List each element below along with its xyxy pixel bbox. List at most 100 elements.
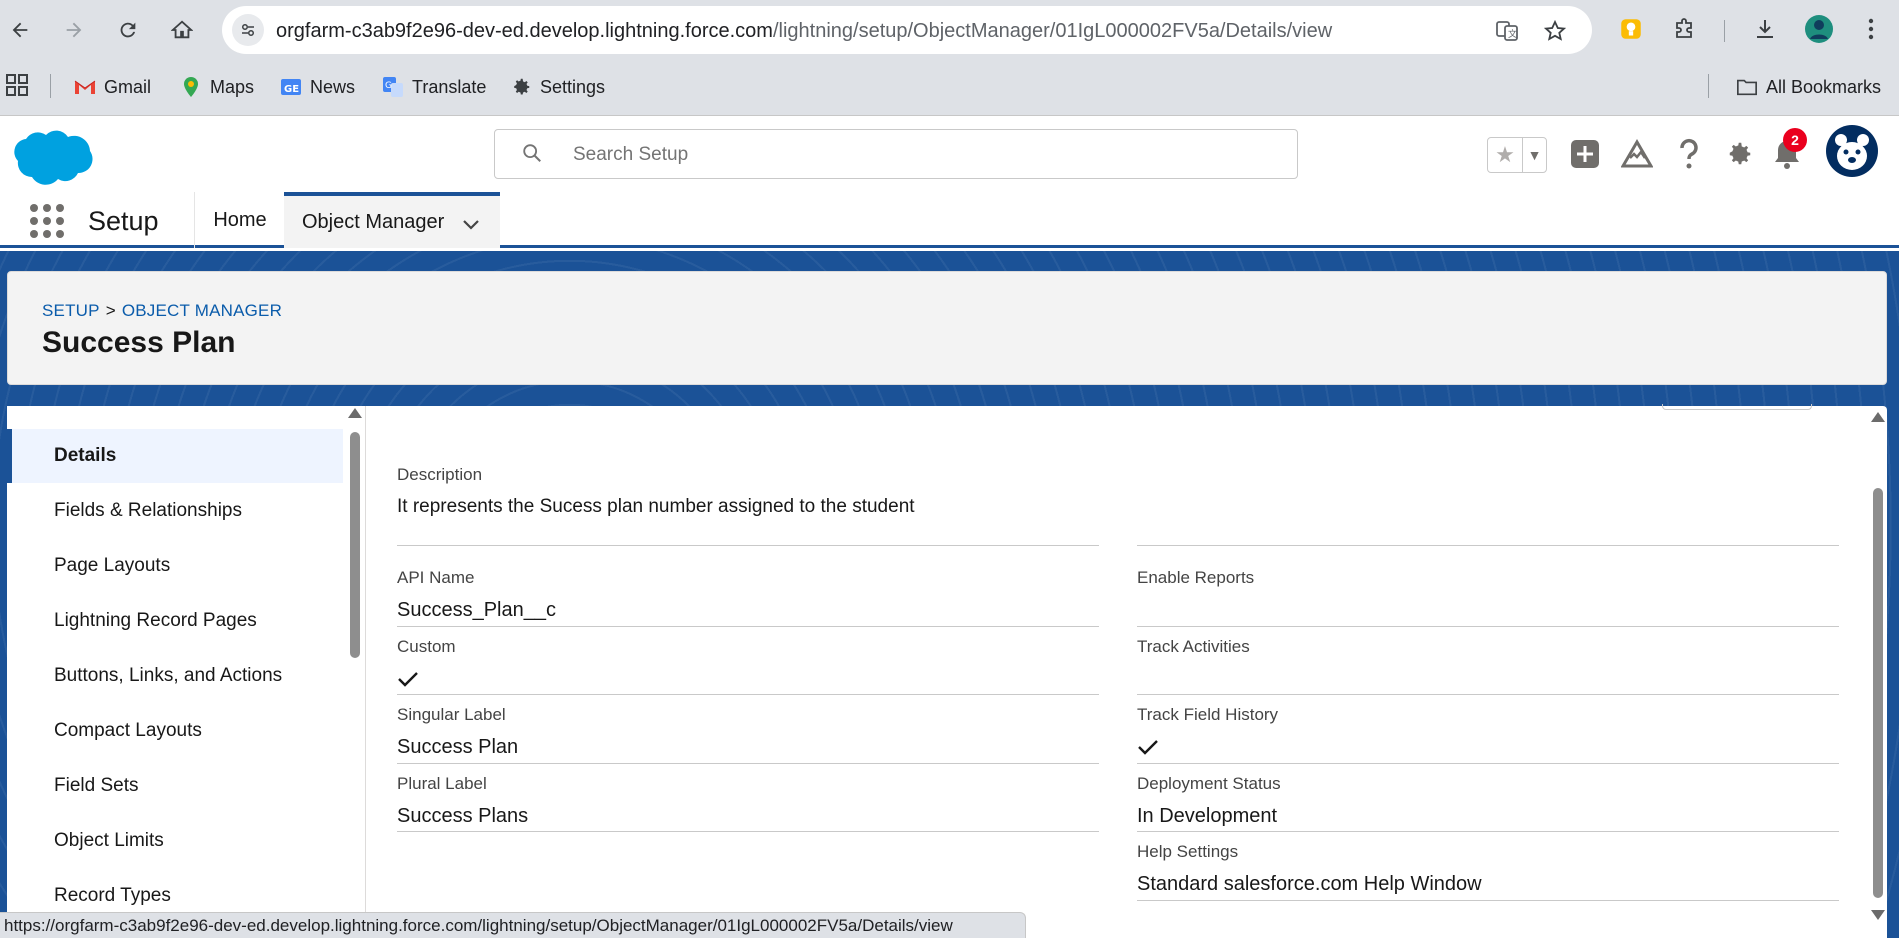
browser-menu-icon[interactable] — [1856, 14, 1886, 44]
sidebar-item-label: Object Limits — [54, 830, 164, 851]
details-scrollbar[interactable] — [1869, 406, 1887, 938]
sidebar-item-object-limits[interactable]: Object Limits — [7, 814, 343, 868]
reload-icon[interactable] — [112, 14, 144, 46]
sidebar-item-lightning-record-pages[interactable]: Lightning Record Pages — [7, 594, 343, 648]
folder-icon — [1736, 76, 1758, 98]
svg-text:文: 文 — [1508, 28, 1517, 40]
page-title: Success Plan — [42, 326, 236, 359]
profile-avatar-icon[interactable] — [1804, 14, 1834, 44]
trailhead-icon[interactable] — [1620, 137, 1654, 171]
extension-keep-icon[interactable] — [1616, 14, 1646, 44]
bookmark-gmail[interactable]: Gmail — [74, 76, 151, 98]
breadcrumb-setup[interactable]: SETUP — [42, 301, 100, 320]
field-divider — [1137, 545, 1839, 546]
search-setup-input[interactable]: Search Setup — [494, 129, 1298, 179]
field-label: Deployment Status — [1137, 774, 1281, 793]
breadcrumb-separator: > — [105, 301, 116, 320]
singular-label-value: Success Plan — [397, 736, 519, 758]
sidebar-item-page-layouts[interactable]: Page Layouts — [7, 539, 343, 593]
bookmark-translate[interactable]: G Translate — [382, 76, 486, 98]
sidebar-item-label: Page Layouts — [54, 555, 171, 576]
help-icon[interactable] — [1672, 137, 1706, 171]
gear-icon — [510, 76, 532, 98]
bookmark-translate-label: Translate — [412, 76, 487, 97]
site-info-icon[interactable] — [232, 14, 264, 46]
details-section: Description It represents the Sucess pla… — [366, 404, 1866, 938]
favorites-dropdown-icon[interactable]: ▼ — [1522, 138, 1546, 172]
apps-grid-icon[interactable] — [6, 74, 28, 96]
maps-icon — [180, 76, 202, 98]
help-settings-value: Standard salesforce.com Help Window — [1137, 873, 1482, 895]
sidebar-item-label: Record Types — [54, 885, 171, 906]
translate-page-icon[interactable]: 文 — [1494, 18, 1520, 44]
field-label: Track Field History — [1137, 705, 1279, 724]
sidebar-item-compact-layouts[interactable]: Compact Layouts — [7, 704, 343, 758]
gmail-icon — [74, 76, 96, 98]
api-name-value: Success_Plan__c — [397, 599, 556, 621]
object-sidebar: Details Fields & Relationships Page Layo… — [7, 406, 343, 938]
search-placeholder: Search Setup — [573, 144, 689, 165]
scroll-up-arrow-icon[interactable] — [1871, 412, 1885, 422]
field-divider — [1137, 694, 1839, 695]
sidebar-item-field-sets[interactable]: Field Sets — [7, 759, 343, 813]
bookmark-news[interactable]: GE News — [280, 76, 355, 98]
bookmark-settings-label: Settings — [540, 76, 606, 97]
home-icon[interactable] — [166, 14, 198, 46]
checkmark-icon — [1138, 740, 1158, 755]
scroll-up-arrow-icon[interactable] — [348, 408, 362, 418]
sidebar-item-label: Fields & Relationships — [54, 500, 242, 521]
chevron-down-icon[interactable] — [462, 214, 480, 237]
field-divider — [397, 763, 1099, 764]
field-divider — [1137, 900, 1839, 901]
setup-gear-icon[interactable] — [1722, 137, 1756, 171]
svg-text:G: G — [385, 81, 392, 91]
bookmark-maps[interactable]: Maps — [180, 76, 254, 98]
toolbar-divider — [1724, 20, 1725, 42]
global-actions-plus-icon[interactable] — [1568, 137, 1602, 171]
field-divider — [397, 626, 1099, 627]
download-icon[interactable] — [1750, 14, 1780, 44]
scroll-down-arrow-icon[interactable] — [1871, 910, 1885, 920]
app-launcher-icon[interactable] — [30, 204, 64, 238]
back-arrow-icon[interactable] — [4, 14, 36, 46]
sidebar-item-fields-relationships[interactable]: Fields & Relationships — [7, 484, 343, 538]
user-avatar[interactable] — [1826, 125, 1878, 177]
app-name: Setup — [88, 206, 159, 236]
bookmark-settings[interactable]: Settings — [510, 76, 605, 98]
bookmarks-divider-right — [1708, 74, 1709, 98]
url-path: /lightning/setup/ObjectManager/01IgL0000… — [772, 20, 1333, 42]
field-label: Description — [397, 465, 483, 484]
hidden-button-edge[interactable] — [1662, 404, 1812, 410]
field-label: Custom — [397, 637, 456, 656]
scrollbar-thumb[interactable] — [1873, 488, 1883, 898]
scrollbar-thumb[interactable] — [350, 432, 360, 658]
field-label: Help Settings — [1137, 842, 1239, 861]
svg-text:GE: GE — [284, 84, 299, 95]
sidebar-scrollbar[interactable] — [346, 406, 364, 938]
sidebar-item-label: Compact Layouts — [54, 720, 202, 741]
sidebar-item-label: Details — [54, 445, 117, 466]
field-label: Track Activities — [1137, 637, 1250, 656]
tab-home-label: Home — [213, 208, 267, 231]
favorites-star-icon[interactable]: ★ — [1488, 138, 1522, 172]
sidebar-item-details[interactable]: Details — [7, 429, 343, 483]
tab-home[interactable]: Home — [196, 192, 284, 248]
sidebar-item-buttons-links-actions[interactable]: Buttons, Links, and Actions — [7, 649, 343, 703]
bookmark-star-icon[interactable] — [1542, 18, 1568, 44]
browser-toolbar: orgfarm-c3ab9f2e96-dev-ed.develop.lightn… — [0, 0, 1899, 60]
extensions-puzzle-icon[interactable] — [1670, 14, 1700, 44]
app-navigation: Setup Home Object Manager — [0, 192, 1899, 248]
field-divider — [1137, 831, 1839, 832]
address-bar[interactable]: orgfarm-c3ab9f2e96-dev-ed.develop.lightn… — [222, 6, 1592, 54]
salesforce-logo[interactable] — [10, 125, 98, 190]
app-nav-divider — [194, 192, 195, 248]
tab-object-manager[interactable]: Object Manager — [284, 192, 500, 248]
url-domain: orgfarm-c3ab9f2e96-dev-ed.develop.lightn… — [276, 20, 773, 42]
checkmark-icon — [398, 672, 418, 687]
forward-arrow-icon[interactable] — [58, 14, 90, 46]
content-panel: Details Fields & Relationships Page Layo… — [7, 404, 1887, 938]
all-bookmarks[interactable]: All Bookmarks — [1736, 76, 1881, 98]
global-header: Search Setup ★ ▼ — [0, 117, 1899, 192]
breadcrumb-object-manager[interactable]: OBJECT MANAGER — [122, 301, 282, 320]
translate-icon: G — [382, 76, 404, 98]
